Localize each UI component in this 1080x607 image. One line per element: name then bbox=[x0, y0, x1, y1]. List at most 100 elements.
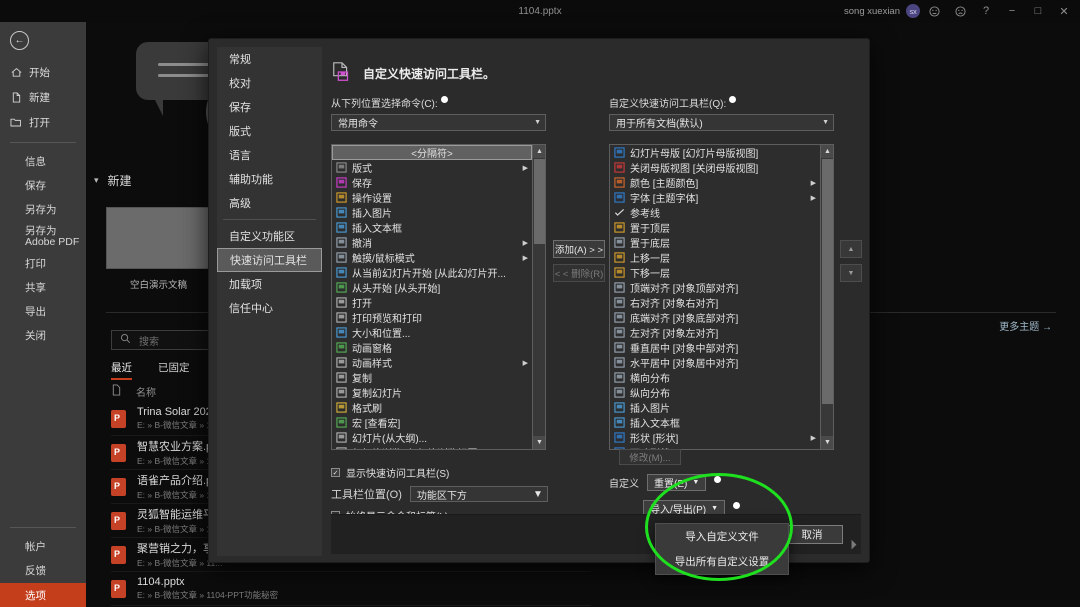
choose-commands-dropdown[interactable]: 常用命令 ▼ bbox=[331, 114, 546, 131]
options-nav-general[interactable]: 常规 bbox=[217, 47, 322, 71]
cancel-button[interactable]: 取消 bbox=[781, 525, 843, 544]
available-command-item[interactable]: 打印预览和打印 bbox=[332, 310, 532, 325]
minimize-button[interactable]: − bbox=[1000, 0, 1024, 22]
add-command-button[interactable]: 添加(A) > > bbox=[553, 240, 605, 258]
scroll-down-icon[interactable]: ▼ bbox=[533, 436, 545, 449]
qat-command-item[interactable]: 参考线 bbox=[610, 205, 820, 220]
options-nav-customize-ribbon[interactable]: 自定义功能区 bbox=[217, 224, 322, 248]
options-nav-addins[interactable]: 加载项 bbox=[217, 272, 322, 296]
qat-command-item[interactable]: 字体 [主题字体] ▶ bbox=[610, 190, 820, 205]
available-command-item[interactable]: 触摸/鼠标模式 ▶ bbox=[332, 250, 532, 265]
available-command-item[interactable]: 动画样式 ▶ bbox=[332, 355, 532, 370]
current-qat-commands-list[interactable]: 幻灯片母版 [幻灯片母版视图] 关闭母版视图 [关闭母版视图] 颜色 [主题颜色] ▶… bbox=[609, 144, 834, 450]
avatar[interactable]: sx bbox=[906, 4, 920, 18]
qat-command-item[interactable]: 底端对齐 [对象底部对齐] bbox=[610, 310, 820, 325]
available-command-item[interactable]: 复制幻灯片 bbox=[332, 385, 532, 400]
qat-command-item[interactable]: 左对齐 [对象左对齐] bbox=[610, 325, 820, 340]
tab-recent[interactable]: 最近 bbox=[111, 360, 132, 380]
qat-command-item[interactable]: 形状 [形状] ▶ bbox=[610, 430, 820, 445]
sidebar-item-home[interactable]: 开始 bbox=[0, 60, 86, 85]
qat-command-item[interactable]: 关闭母版视图 [关闭母版视图] bbox=[610, 160, 820, 175]
sidebar-item-export[interactable]: 导出 bbox=[0, 300, 86, 324]
options-nav-save[interactable]: 保存 bbox=[217, 95, 322, 119]
available-command-item[interactable]: 从当前幻灯片开始 [从此幻灯片开... bbox=[332, 265, 532, 280]
sidebar-item-info[interactable]: 信息 bbox=[0, 150, 86, 174]
qat-command-item[interactable]: 置于底层 bbox=[610, 235, 820, 250]
resize-grip-icon[interactable]: ◢ bbox=[845, 538, 858, 551]
help-icon[interactable]: ? bbox=[974, 0, 998, 22]
tab-pinned[interactable]: 已固定 bbox=[158, 360, 190, 380]
info-icon[interactable] bbox=[733, 502, 741, 509]
qat-scope-dropdown[interactable]: 用于所有文档(默认) ▼ bbox=[609, 114, 834, 131]
qat-command-item[interactable]: 纵向分布 bbox=[610, 385, 820, 400]
qat-command-item[interactable]: 幻灯片母版 [幻灯片母版视图] bbox=[610, 145, 820, 160]
available-command-item[interactable]: 大小和位置... bbox=[332, 325, 532, 340]
options-nav-accessibility[interactable]: 辅助功能 bbox=[217, 167, 322, 191]
show-qat-row[interactable]: ✓ 显示快速访问工具栏(S) bbox=[331, 465, 561, 480]
available-command-item[interactable]: 插入图片 bbox=[332, 205, 532, 220]
list-item[interactable]: 1104.pptx E: » B-微信文章 » 1104-PPT功能秘密 bbox=[111, 572, 591, 606]
qat-command-item[interactable]: 右对齐 [对象右对齐] bbox=[610, 295, 820, 310]
qat-command-item[interactable]: 下移一层 bbox=[610, 265, 820, 280]
available-commands-list[interactable]: <分隔符> 版式 ▶ 保存 操作设置 插入图片 插入文本框 撤消 ▶ 触摸/鼠标模式 ▶ 从当前幻灯片… bbox=[331, 144, 546, 450]
options-nav-quick-access-toolbar[interactable]: 快速访问工具栏 bbox=[217, 248, 322, 272]
info-icon[interactable] bbox=[714, 476, 722, 483]
sidebar-item-options[interactable]: 选项 bbox=[0, 583, 86, 607]
sidebar-item-print[interactable]: 打印 bbox=[0, 252, 86, 276]
available-command-item[interactable]: 幻灯片(从大纲)... bbox=[332, 430, 532, 445]
qat-commands-scrollbar[interactable]: ▲ ▼ bbox=[820, 145, 833, 449]
available-command-item[interactable]: <分隔符> bbox=[332, 145, 532, 160]
sidebar-item-close[interactable]: 关闭 bbox=[0, 324, 86, 348]
sidebar-item-save[interactable]: 保存 bbox=[0, 174, 86, 198]
available-command-item[interactable]: 打开 bbox=[332, 295, 532, 310]
sidebar-item-new[interactable]: 新建 bbox=[0, 85, 86, 110]
available-command-item[interactable]: 撤消 ▶ bbox=[332, 235, 532, 250]
available-command-item[interactable]: 复制 bbox=[332, 370, 532, 385]
more-themes-link[interactable]: 更多主题 → bbox=[999, 318, 1052, 333]
available-command-item[interactable]: 从头开始 [从头开始] bbox=[332, 280, 532, 295]
available-command-item[interactable]: 幻灯片浏览 [幻灯片浏览视图] bbox=[332, 445, 532, 449]
info-icon[interactable] bbox=[729, 96, 737, 103]
template-card[interactable]: 空白演示文稿 bbox=[106, 207, 211, 291]
menu-item-export-all-customizations[interactable]: 导出所有自定义设置 bbox=[656, 549, 788, 574]
available-command-item[interactable]: 宏 [查看宏] bbox=[332, 415, 532, 430]
user-name[interactable]: song xuexian bbox=[844, 6, 900, 17]
available-command-item[interactable]: 保存 bbox=[332, 175, 532, 190]
options-nav-language[interactable]: 语言 bbox=[217, 143, 322, 167]
sidebar-item-save-as[interactable]: 另存为 bbox=[0, 198, 86, 222]
frown-feedback-icon[interactable] bbox=[948, 0, 972, 22]
qat-command-item[interactable]: 颜色 [主题颜色] ▶ bbox=[610, 175, 820, 190]
scroll-up-icon[interactable]: ▲ bbox=[533, 145, 545, 158]
reset-button[interactable]: 重置(E) ▼ bbox=[647, 474, 707, 491]
sidebar-item-save-as-pdf[interactable]: 另存为 Adobe PDF bbox=[0, 222, 86, 252]
qat-command-item[interactable]: 顶端对齐 [对象顶部对齐] bbox=[610, 280, 820, 295]
move-down-button[interactable]: ▼ bbox=[840, 264, 862, 282]
sidebar-item-open[interactable]: 打开 bbox=[0, 110, 86, 135]
qat-command-item[interactable]: 置于顶层 bbox=[610, 220, 820, 235]
qat-command-item[interactable]: 垂直居中 [对象中部对齐] bbox=[610, 340, 820, 355]
options-nav-advanced[interactable]: 高级 bbox=[217, 191, 322, 215]
maximize-button[interactable]: □ bbox=[1026, 0, 1050, 22]
available-command-item[interactable]: 版式 ▶ bbox=[332, 160, 532, 175]
available-command-item[interactable]: 格式刷 bbox=[332, 400, 532, 415]
qat-command-item[interactable]: 水平居中 [对象居中对齐] bbox=[610, 355, 820, 370]
qat-command-item[interactable]: 插入图片 bbox=[610, 400, 820, 415]
options-nav-trust-center[interactable]: 信任中心 bbox=[217, 296, 322, 320]
move-up-button[interactable]: ▲ bbox=[840, 240, 862, 258]
options-nav-proofing[interactable]: 校对 bbox=[217, 71, 322, 95]
scrollbar-thumb[interactable] bbox=[534, 159, 545, 244]
available-command-item[interactable]: 插入文本框 bbox=[332, 220, 532, 235]
scrollbar-thumb[interactable] bbox=[822, 159, 833, 404]
available-command-item[interactable]: 动画窗格 bbox=[332, 340, 532, 355]
show-qat-checkbox[interactable]: ✓ bbox=[331, 468, 340, 477]
qat-command-item[interactable]: 插入文本框 bbox=[610, 415, 820, 430]
options-nav-layout[interactable]: 版式 bbox=[217, 119, 322, 143]
qat-command-item[interactable]: 横向分布 bbox=[610, 370, 820, 385]
available-commands-scrollbar[interactable]: ▲ ▼ bbox=[532, 145, 545, 449]
smiley-feedback-icon[interactable] bbox=[922, 0, 946, 22]
toolbar-position-dropdown[interactable]: 功能区下方 ▼ bbox=[409, 486, 548, 502]
scroll-down-icon[interactable]: ▼ bbox=[821, 436, 833, 449]
new-section-header[interactable]: ▾ 新建 bbox=[94, 172, 132, 189]
sidebar-item-feedback[interactable]: 反馈 bbox=[0, 559, 86, 583]
scroll-up-icon[interactable]: ▲ bbox=[821, 145, 833, 158]
